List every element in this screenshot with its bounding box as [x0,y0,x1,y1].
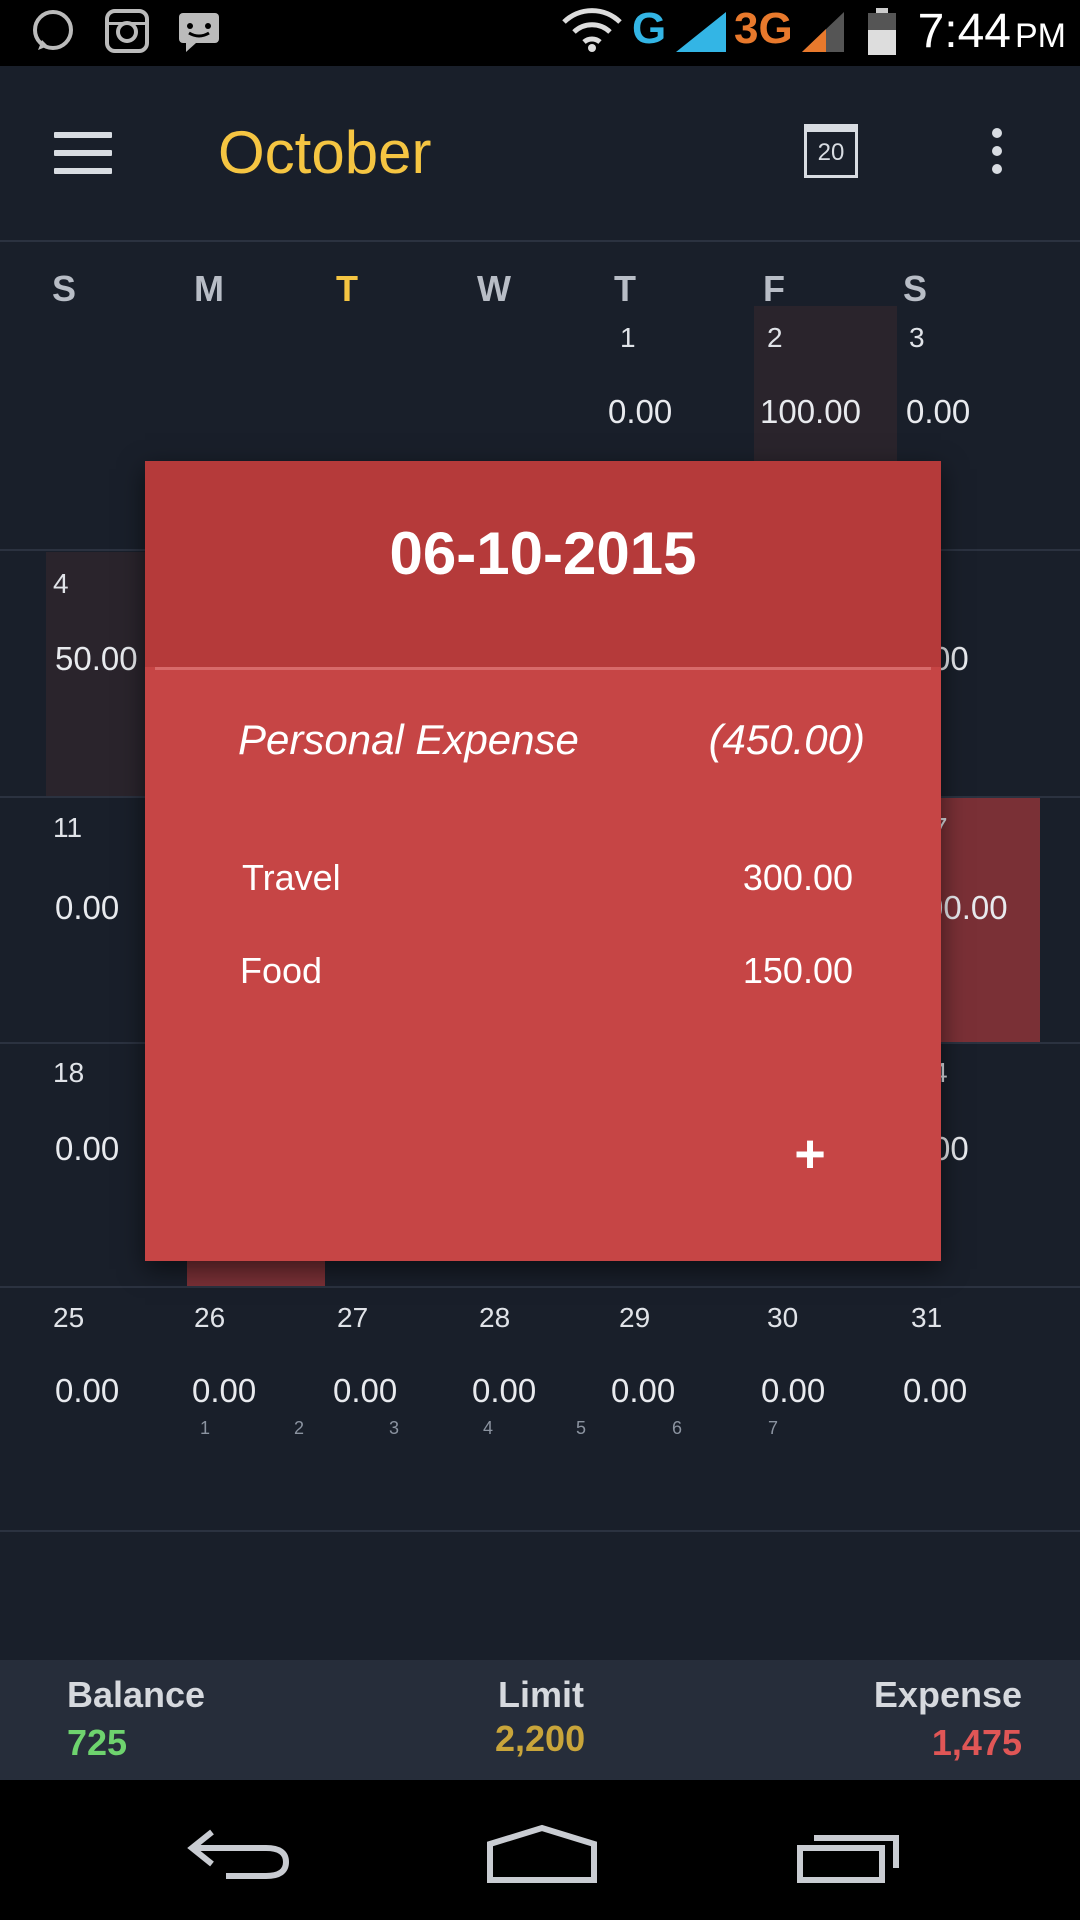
expense-item-amount: 300.00 [742,857,853,898]
day-amount: 0.00 [903,1372,968,1409]
expense-category-total: (450.00) [708,716,865,763]
row-divider [0,1530,1080,1532]
day-amount: 0.00 [472,1372,537,1409]
wifi-icon [562,8,622,52]
summary-bar: Balance 725 Limit 2,200 Expense 1,475 [0,1660,1080,1780]
day-number[interactable]: 11 [53,812,82,844]
network-g-label: G [632,4,667,53]
calendar-today-icon[interactable]: 20 [804,124,858,178]
balance-label: Balance [67,1674,206,1715]
day-amount: 0.00 [192,1372,257,1409]
dialog-header: 06-10-2015 [145,461,941,667]
day-number[interactable]: 1 [620,322,636,354]
day-amount: 0.00 [611,1372,676,1409]
system-nav-bar [0,1780,1080,1920]
day-number[interactable]: 30 [767,1302,798,1334]
day-number[interactable]: 4 [53,568,69,600]
day-number[interactable]: 28 [479,1302,510,1334]
back-icon[interactable] [186,1826,292,1882]
day-amount: 0.00 [55,1372,120,1409]
battery-icon [868,8,896,55]
expense-item-amount: 150.00 [742,950,853,991]
day-amount: 100.00 [760,393,861,430]
week-number: 6 [672,1418,683,1438]
expense-item-name[interactable]: Food [240,950,322,992]
day-amount: 0.00 [906,393,971,430]
network-3g-label: 3G [734,4,793,53]
recent-apps-icon[interactable] [796,1830,902,1884]
day-amount: 0.00 [55,889,120,926]
week-number: 2 [294,1418,305,1438]
expense-category-name[interactable]: Personal Expense [238,716,579,764]
menu-icon[interactable] [54,132,112,178]
calendar-day-label: 20 [817,139,845,166]
day-number[interactable]: 29 [619,1302,650,1334]
week-number: 7 [768,1418,779,1438]
week-number: 3 [389,1418,400,1438]
instagram-icon [105,9,149,53]
add-expense-button[interactable]: + [785,1127,835,1181]
weekday-sat: S [903,268,928,309]
whatsapp-icon [33,10,73,50]
limit-value: 2,200 [495,1718,586,1759]
dialog-divider [155,667,931,670]
week-number: 4 [483,1418,494,1438]
signal-icon-1 [676,12,726,52]
day-number[interactable]: 18 [53,1057,84,1089]
balance-value: 725 [67,1722,128,1763]
more-options-icon[interactable] [990,128,1004,178]
day-amount: 50.00 [55,640,138,677]
message-icon [179,13,219,52]
weekday-wed: W [477,268,511,309]
day-number[interactable]: 3 [909,322,925,354]
day-number[interactable]: 2 [767,322,783,354]
status-time: 7:44 PM [917,5,1066,58]
weekday-mon: M [194,268,224,309]
home-icon[interactable] [486,1824,598,1884]
day-amount: 0.00 [608,393,673,430]
day-number[interactable]: 31 [911,1302,942,1334]
day-number[interactable]: 27 [337,1302,368,1334]
page-title: October [218,119,432,186]
week-number: 5 [576,1418,587,1438]
day-amount: 0.00 [761,1372,826,1409]
signal-icon-2 [802,12,844,52]
app-bar: October 20 [0,66,1080,242]
weekday-fri: F [763,268,785,309]
dialog-date: 06-10-2015 [389,520,697,587]
expense-value: 1,475 [931,1722,1022,1763]
week-number: 1 [200,1418,211,1438]
day-amount: 0.00 [333,1372,398,1409]
status-bar: G 3G 7:44 PM [0,0,1080,66]
day-number[interactable]: 25 [53,1302,84,1334]
day-number[interactable]: 26 [194,1302,225,1334]
weekday-thu: T [614,268,636,309]
weekday-tue: T [336,268,358,309]
weekday-sun: S [52,268,77,309]
limit-label: Limit [498,1674,584,1715]
day-amount: 0.00 [55,1130,120,1167]
expense-label: Expense [873,1674,1022,1715]
row-divider [0,1286,1080,1288]
day-detail-dialog: 06-10-2015 Personal Expense (450.00) Tra… [145,461,941,1261]
expense-item-name[interactable]: Travel [242,857,341,899]
